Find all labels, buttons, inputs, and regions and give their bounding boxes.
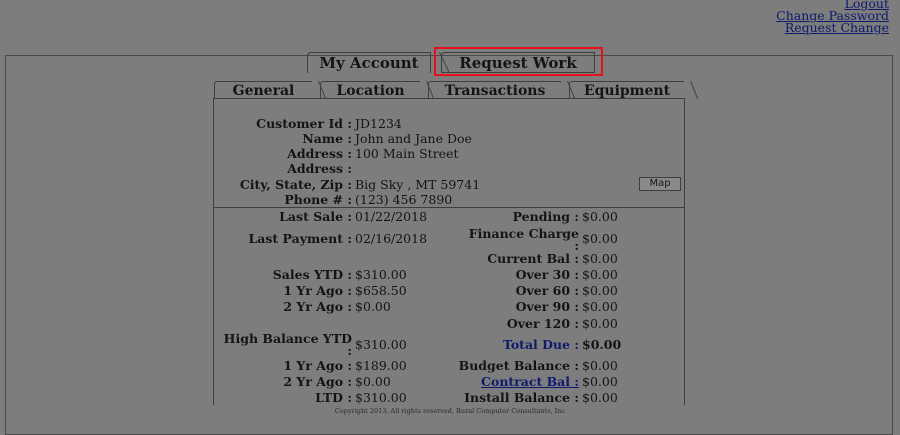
total-due-label: Total Due :: [502, 337, 579, 352]
install-balance-label: Install Balance :: [464, 390, 579, 405]
address2-label: Address :: [287, 161, 352, 176]
pending-value: $0.00: [582, 209, 618, 224]
name-value: John and Jane Doe: [355, 131, 472, 146]
sales-1yr-value: $658.50: [355, 283, 407, 298]
sub-tab-bar: General Location Transactions Equipment: [214, 81, 685, 99]
budget-balance-value: $0.00: [582, 358, 618, 373]
address-label: Address :: [287, 146, 352, 161]
sales-1yr-label: 1 Yr Ago :: [283, 283, 352, 298]
ltd-value: $310.00: [355, 390, 407, 405]
over-90-value: $0.00: [582, 299, 618, 314]
sales-ytd-value: $310.00: [355, 267, 407, 282]
current-bal-value: $0.00: [582, 251, 618, 266]
high-balance-value: $310.00: [355, 337, 407, 352]
last-sale-value: 01/22/2018: [355, 209, 428, 224]
over-30-label: Over 30 :: [515, 267, 579, 282]
request-change-link[interactable]: Request Change: [776, 21, 889, 34]
install-balance-value: $0.00: [582, 390, 618, 405]
tab-equipment[interactable]: Equipment: [569, 81, 684, 99]
tab-transactions[interactable]: Transactions: [428, 81, 561, 99]
last-payment-label: Last Payment :: [248, 231, 353, 246]
hb-2yr-value: $0.00: [355, 374, 391, 389]
over-60-value: $0.00: [582, 283, 618, 298]
over-60-label: Over 60 :: [515, 283, 579, 298]
tab-my-account[interactable]: My Account: [307, 52, 431, 73]
sales-2yr-value: $0.00: [355, 299, 391, 314]
sales-2yr-label: 2 Yr Ago :: [283, 299, 352, 314]
phone-value: (123) 456 7890: [355, 192, 453, 207]
last-payment-value: 02/16/2018: [355, 231, 428, 246]
total-due-value: $0.00: [582, 337, 622, 352]
customer-id-value: JD1234: [355, 116, 402, 131]
tab-location[interactable]: Location: [320, 81, 420, 99]
contract-bal-value: $0.00: [582, 374, 618, 389]
city-state-zip-value: Big Sky , MT 59741: [355, 177, 481, 192]
address-value: 100 Main Street: [355, 146, 459, 161]
last-sale-label: Last Sale :: [279, 209, 352, 224]
finance-charge-value: $0.00: [582, 231, 618, 246]
section-divider: [213, 207, 685, 208]
high-balance-label: High Balance YTD: [223, 331, 352, 346]
contract-bal-link[interactable]: Contract Bal :: [481, 374, 579, 389]
over-120-label: Over 120 :: [506, 316, 579, 331]
pending-label: Pending :: [512, 209, 579, 224]
name-label: Name :: [302, 131, 352, 146]
sales-ytd-label: Sales YTD :: [272, 267, 352, 282]
ltd-label: LTD :: [315, 390, 352, 405]
high-balance-colon: :: [347, 343, 352, 358]
city-state-zip-label: City, State, Zip :: [239, 177, 352, 192]
top-links: Logout Change Password Request Change: [776, 0, 889, 34]
tab-general[interactable]: General: [214, 81, 312, 99]
map-button[interactable]: Map: [639, 177, 681, 191]
finance-charge-label: Finance Charge: [468, 226, 579, 241]
hb-2yr-label: 2 Yr Ago :: [283, 374, 352, 389]
current-bal-label: Current Bal :: [487, 251, 579, 266]
hb-1yr-value: $189.00: [355, 358, 407, 373]
over-90-label: Over 90 :: [515, 299, 579, 314]
phone-label: Phone # :: [284, 192, 352, 207]
hb-1yr-label: 1 Yr Ago :: [283, 358, 352, 373]
budget-balance-label: Budget Balance :: [458, 358, 579, 373]
over-120-value: $0.00: [582, 316, 618, 331]
copyright-footer: Copyright 2013, All rights reserved, Rur…: [334, 407, 566, 415]
over-30-value: $0.00: [582, 267, 618, 282]
customer-id-label: Customer Id :: [256, 116, 352, 131]
highlight-box: [434, 47, 603, 76]
